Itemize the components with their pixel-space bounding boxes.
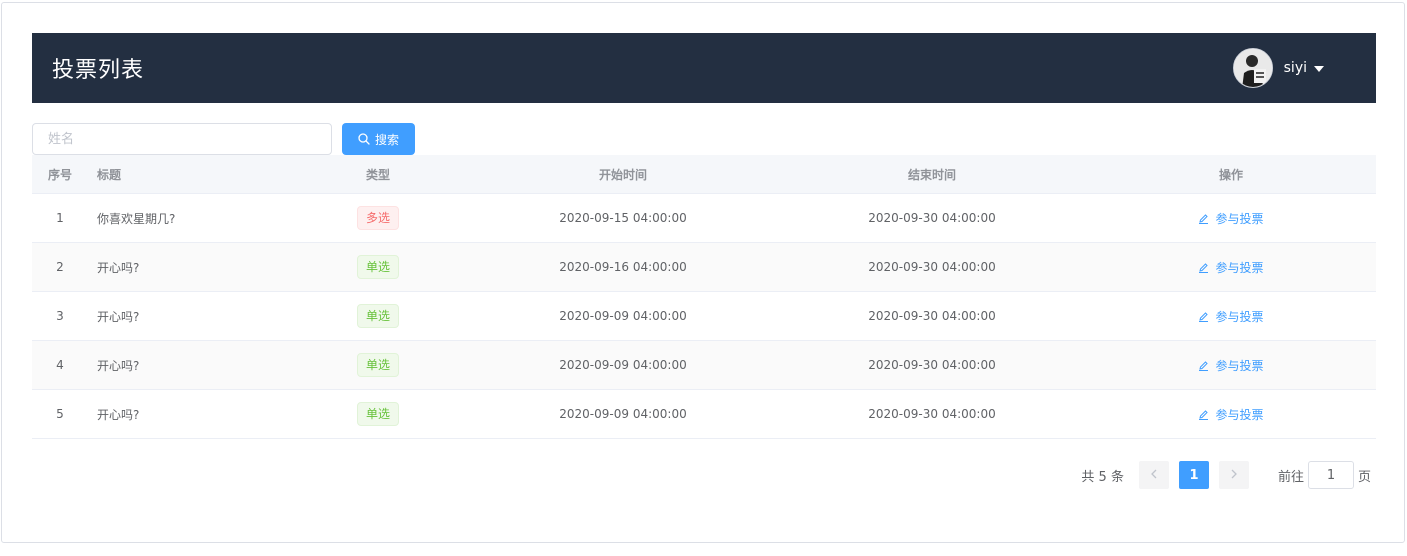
row-index: 5 — [56, 407, 64, 421]
search-icon — [358, 133, 370, 145]
vote-link-label[interactable]: 参与投票 — [1215, 406, 1263, 423]
pagination: 共 5 条 1 前往 页 — [1081, 461, 1371, 489]
row-title: 开心吗? — [97, 260, 140, 275]
type-tag: 单选 — [356, 353, 399, 377]
row-index: 2 — [56, 260, 64, 274]
row-end-time: 2020-09-30 04:00:00 — [868, 260, 996, 274]
row-start-time: 2020-09-15 04:00:00 — [559, 211, 687, 225]
row-title: 开心吗? — [97, 407, 140, 422]
edit-icon — [1198, 213, 1209, 224]
vote-link[interactable]: 参与投票 — [1198, 308, 1264, 325]
edit-icon — [1198, 360, 1209, 371]
edit-icon — [1198, 262, 1209, 273]
row-end-time: 2020-09-30 04:00:00 — [868, 407, 996, 421]
row-start-time: 2020-09-09 04:00:00 — [559, 358, 687, 372]
search-bar: 搜索 — [32, 123, 415, 155]
row-end-time: 2020-09-30 04:00:00 — [868, 358, 996, 372]
vote-link-label[interactable]: 参与投票 — [1215, 259, 1263, 276]
goto-prefix: 前往 — [1277, 469, 1304, 485]
page-jumper: 前往 页 — [1278, 461, 1371, 489]
row-index: 4 — [56, 358, 64, 372]
column-header-end-time: 结束时间 — [907, 167, 956, 182]
type-tag: 单选 — [356, 402, 399, 426]
column-header-type: 类型 — [365, 167, 390, 182]
chevron-right-icon — [1230, 468, 1238, 483]
username[interactable]: siyi — [1284, 60, 1307, 76]
vote-link[interactable]: 参与投票 — [1198, 406, 1264, 423]
row-title: 你喜欢星期几? — [97, 211, 176, 226]
search-button-label: 搜索 — [374, 132, 399, 147]
vote-link-label[interactable]: 参与投票 — [1215, 210, 1263, 227]
vote-link[interactable]: 参与投票 — [1198, 357, 1264, 374]
search-button[interactable]: 搜索 — [342, 123, 415, 155]
user-menu[interactable]: siyi — [1232, 48, 1324, 88]
vote-link-label[interactable]: 参与投票 — [1215, 357, 1263, 374]
row-title: 开心吗? — [97, 358, 140, 373]
table-row: 2 开心吗? 单选 2020-09-16 04:00:00 2020-09-30… — [32, 243, 1376, 292]
row-end-time: 2020-09-30 04:00:00 — [868, 211, 996, 225]
top-header: 投票列表 siyi — [32, 33, 1376, 103]
table-row: 1 你喜欢星期几? 多选 2020-09-15 04:00:00 2020-09… — [32, 194, 1376, 243]
row-title: 开心吗? — [97, 309, 140, 324]
total-count: 共 5 条 — [1081, 469, 1124, 485]
edit-icon — [1198, 311, 1209, 322]
vote-link[interactable]: 参与投票 — [1198, 259, 1264, 276]
table-row: 3 开心吗? 单选 2020-09-09 04:00:00 2020-09-30… — [32, 292, 1376, 341]
type-tag: 多选 — [356, 206, 399, 230]
prev-page-button[interactable] — [1138, 461, 1169, 489]
type-tag: 单选 — [356, 304, 399, 328]
chevron-left-icon — [1150, 468, 1158, 483]
table-header: 序号 标题 类型 开始时间 结束时间 操作 — [32, 155, 1376, 194]
vote-link-label[interactable]: 参与投票 — [1215, 308, 1263, 325]
column-header-index: 序号 — [47, 167, 72, 182]
table-row: 4 开心吗? 单选 2020-09-09 04:00:00 2020-09-30… — [32, 341, 1376, 390]
vote-table: 序号 标题 类型 开始时间 结束时间 操作 1 你喜欢星期几? 多选 2020-… — [32, 155, 1376, 439]
next-page-button[interactable] — [1218, 461, 1249, 489]
row-end-time: 2020-09-30 04:00:00 — [868, 309, 996, 323]
table-row: 5 开心吗? 单选 2020-09-09 04:00:00 2020-09-30… — [32, 390, 1376, 439]
vote-link[interactable]: 参与投票 — [1198, 210, 1264, 227]
row-start-time: 2020-09-09 04:00:00 — [559, 407, 687, 421]
avatar[interactable] — [1232, 48, 1273, 88]
edit-icon — [1198, 409, 1209, 420]
caret-down-icon[interactable] — [1314, 65, 1324, 72]
row-index: 3 — [56, 309, 64, 323]
goto-page-input[interactable] — [1307, 461, 1354, 489]
page-number-button[interactable]: 1 — [1178, 461, 1209, 489]
search-input[interactable] — [32, 123, 332, 155]
goto-suffix: 页 — [1357, 469, 1371, 485]
column-header-title: 标题 — [97, 167, 122, 182]
row-index: 1 — [56, 211, 64, 225]
row-start-time: 2020-09-16 04:00:00 — [559, 260, 687, 274]
page-title: 投票列表 — [52, 58, 145, 83]
column-header-operation: 操作 — [1218, 167, 1243, 182]
column-header-start-time: 开始时间 — [598, 167, 647, 182]
type-tag: 单选 — [356, 255, 399, 279]
row-start-time: 2020-09-09 04:00:00 — [559, 309, 687, 323]
